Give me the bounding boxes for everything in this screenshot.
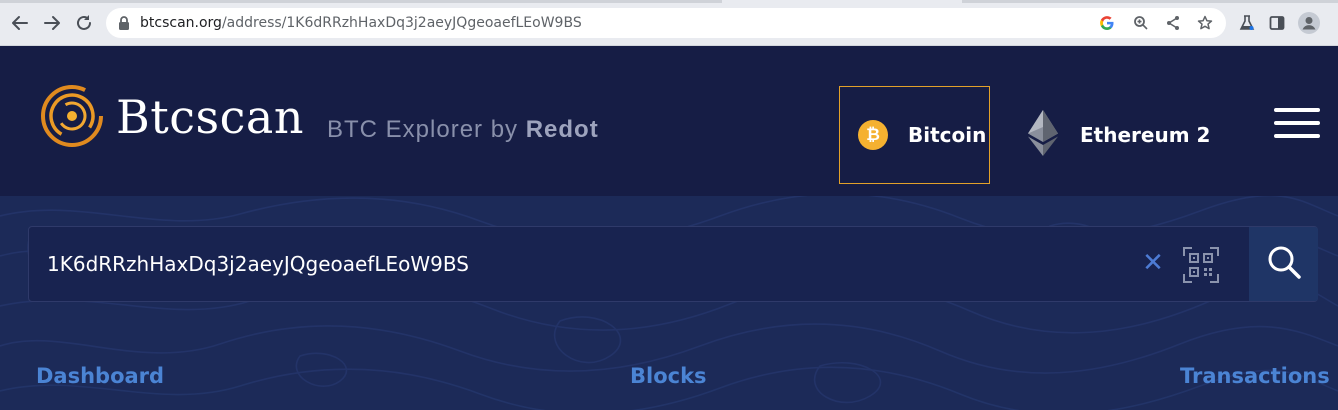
btcscan-logo-icon[interactable] (40, 84, 104, 148)
nav-link-transactions[interactable]: Transactions (1180, 364, 1330, 388)
reload-icon[interactable] (72, 11, 96, 35)
zoom-icon[interactable] (1132, 14, 1150, 32)
search-icon (1266, 244, 1302, 285)
nav-link-dashboard[interactable]: Dashboard (36, 364, 164, 388)
bookmark-star-icon[interactable] (1196, 14, 1214, 32)
logo-text[interactable]: Btcscan (116, 90, 304, 144)
search-box: ✕ (28, 226, 1318, 302)
search-button[interactable] (1249, 227, 1318, 301)
browser-toolbar: btcscan.org/address/1K6dRRzhHaxDq3j2aeyJ… (0, 0, 1338, 46)
bitcoin-icon: ₿ (858, 120, 888, 150)
url-path: /address/1K6dRRzhHaxDq3j2aeyJQgeoaefLEoW… (221, 15, 582, 31)
forward-icon[interactable] (40, 11, 64, 35)
tab-strip-edge (0, 0, 722, 3)
site-header: Btcscan BTC Explorer by Redot ₿ Bitcoin … (0, 46, 1338, 196)
profile-icon[interactable] (1298, 12, 1320, 34)
url-text: btcscan.org/address/1K6dRRzhHaxDq3j2aeyJ… (140, 15, 582, 31)
qr-scan-icon[interactable] (1183, 247, 1219, 283)
ethereum-icon (1028, 109, 1058, 161)
side-panel-icon[interactable] (1266, 12, 1288, 34)
nav-link-blocks[interactable]: Blocks (630, 364, 707, 388)
chain-button-ethereum[interactable]: Ethereum 2 (1020, 86, 1220, 184)
lock-icon[interactable] (118, 16, 130, 35)
labs-icon[interactable] (1236, 12, 1258, 34)
tab-strip-edge (962, 0, 1338, 3)
tagline: BTC Explorer by Redot (327, 116, 599, 144)
share-icon[interactable] (1164, 14, 1182, 32)
close-icon[interactable]: ✕ (1141, 248, 1165, 278)
hamburger-menu-icon[interactable] (1274, 108, 1320, 138)
google-icon[interactable] (1098, 14, 1116, 32)
search-hero: ✕ (0, 196, 1338, 410)
chain-label-ethereum: Ethereum 2 (1080, 123, 1211, 147)
chain-button-bitcoin[interactable]: ₿ Bitcoin (839, 86, 990, 184)
chain-label-bitcoin: Bitcoin (908, 123, 987, 147)
back-icon[interactable] (8, 11, 32, 35)
search-input[interactable] (47, 227, 1147, 301)
tagline-brand: Redot (525, 116, 599, 143)
address-bar[interactable]: btcscan.org/address/1K6dRRzhHaxDq3j2aeyJ… (106, 8, 1226, 38)
url-host: btcscan.org (140, 15, 222, 31)
tagline-prefix: BTC Explorer by (327, 116, 526, 143)
